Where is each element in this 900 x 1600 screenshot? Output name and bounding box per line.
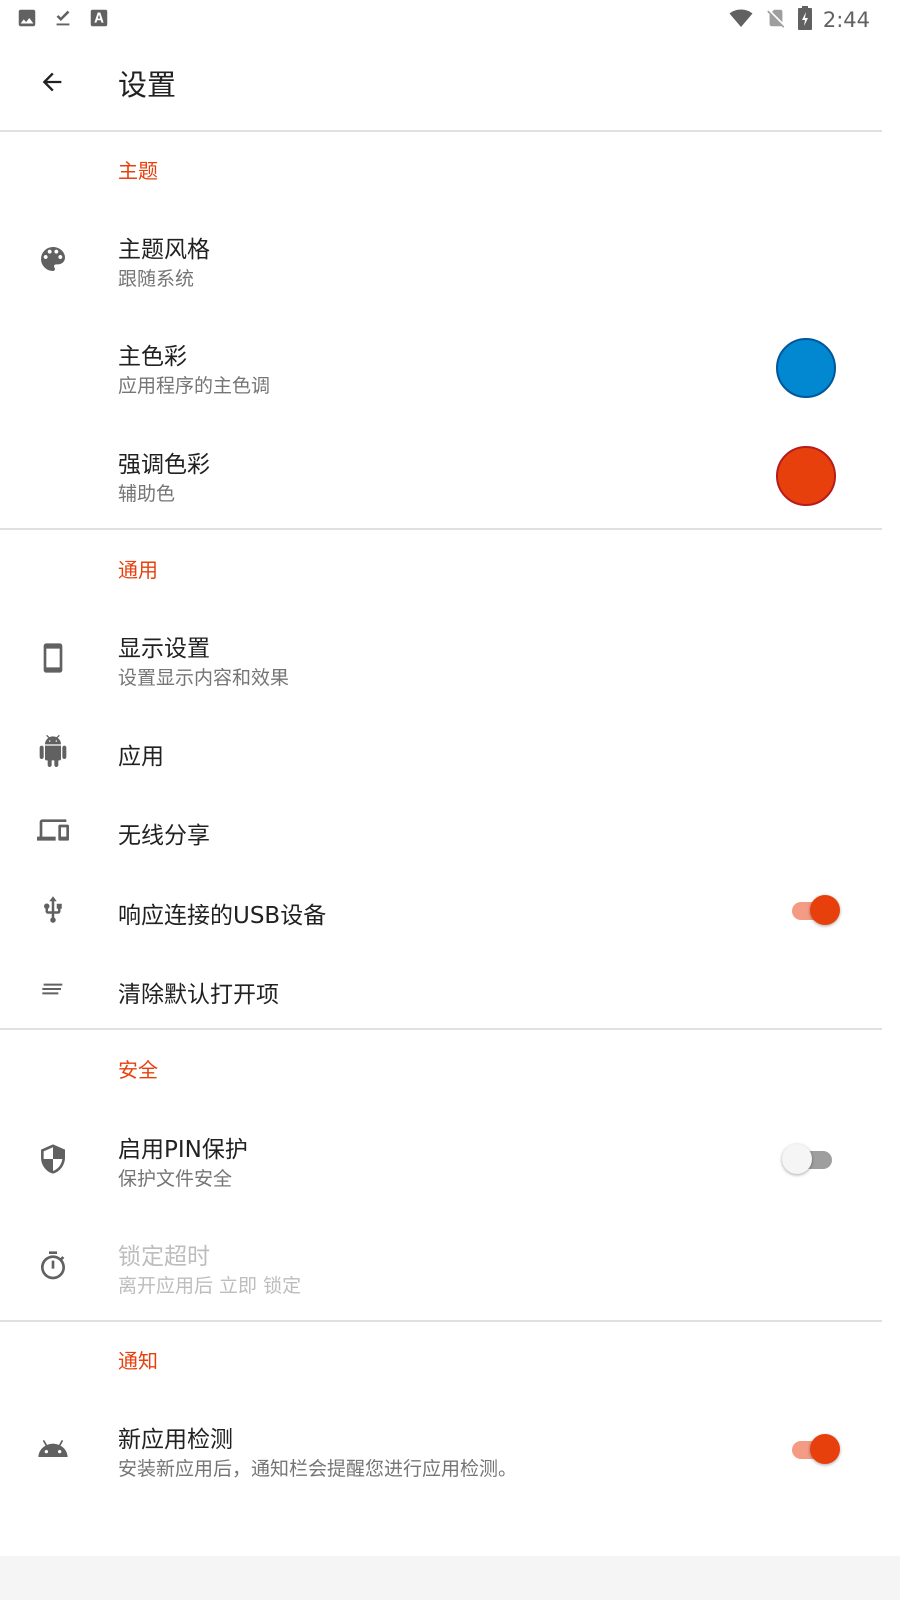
setting-subtitle: 离开应用后 立即 锁定 [118,1275,302,1297]
usb-toggle-switch[interactable] [790,893,842,927]
setting-usb[interactable]: 响应连接的USB设备 [0,872,882,948]
download-done-icon [52,7,74,33]
status-time: 2:44 [822,8,870,32]
setting-subtitle: 安装新应用后，通知栏会提醒您进行应用检测。 [118,1458,518,1480]
setting-title: 无线分享 [118,823,210,849]
setting-title: 新应用检测 [118,1427,233,1453]
setting-title: 主色彩 [118,344,187,370]
setting-title: 强调色彩 [118,452,210,478]
setting-title: 主题风格 [118,237,210,263]
setting-wireless-share[interactable]: 无线分享 [0,792,882,868]
section-header-theme: 主题 [118,159,158,183]
section-header-security: 安全 [118,1058,158,1082]
setting-title: 清除默认打开项 [118,982,279,1008]
switch-thumb [782,1144,812,1174]
setting-lock-timeout: 锁定超时 离开应用后 立即 锁定 [0,1225,882,1311]
setting-title: 启用PIN保护 [118,1137,248,1163]
setting-subtitle: 辅助色 [118,483,176,505]
usb-icon [34,891,72,929]
setting-accent-color[interactable]: 强调色彩 辅助色 [0,433,882,519]
switch-thumb [810,1434,840,1464]
bottom-edge [0,1556,900,1600]
setting-title: 锁定超时 [118,1244,210,1270]
palette-icon [34,240,72,278]
switch-thumb [810,895,840,925]
setting-title: 应用 [118,744,164,770]
battery-charging-icon [797,6,813,34]
primary-color-swatch[interactable] [776,338,836,398]
short-text-icon [34,970,72,1008]
app-bar: 设置 [0,36,882,132]
setting-pin-protection[interactable]: 启用PIN保护 保护文件安全 [0,1118,882,1204]
setting-new-app-detect[interactable]: 新应用检测 安装新应用后，通知栏会提醒您进行应用检测。 [0,1408,882,1494]
android-head-icon [34,1430,72,1468]
section-divider [0,1028,882,1030]
text-recognition-icon [88,7,110,33]
section-header-general: 通用 [118,558,158,582]
setting-clear-defaults[interactable]: 清除默认打开项 [0,951,882,1027]
setting-title: 响应连接的USB设备 [118,903,327,929]
no-sim-icon [765,6,787,34]
setting-theme-style[interactable]: 主题风格 跟随系统 [0,218,882,304]
wifi-icon [727,6,755,34]
smartphone-icon [34,639,72,677]
setting-primary-color[interactable]: 主色彩 应用程序的主色调 [0,325,882,411]
image-icon [16,7,38,33]
section-header-notification: 通知 [118,1349,158,1373]
section-divider [0,528,882,530]
page-title: 设置 [118,68,177,102]
android-icon [34,732,72,770]
setting-subtitle: 设置显示内容和效果 [118,667,290,689]
timer-icon [34,1247,72,1285]
new-app-detect-toggle-switch[interactable] [790,1432,842,1466]
status-bar: 2:44 [0,0,900,36]
arrow-back-icon [38,68,66,100]
devices-icon [34,811,72,849]
setting-subtitle: 跟随系统 [118,268,195,290]
setting-title: 显示设置 [118,636,210,662]
setting-subtitle: 应用程序的主色调 [118,375,271,397]
back-button[interactable] [30,62,74,106]
setting-display[interactable]: 显示设置 设置显示内容和效果 [0,617,882,703]
accent-color-swatch[interactable] [776,446,836,506]
setting-apps[interactable]: 应用 [0,713,882,789]
pin-toggle-switch[interactable] [782,1142,842,1176]
security-shield-icon [34,1140,72,1178]
section-divider [0,1320,882,1322]
setting-subtitle: 保护文件安全 [118,1168,233,1190]
